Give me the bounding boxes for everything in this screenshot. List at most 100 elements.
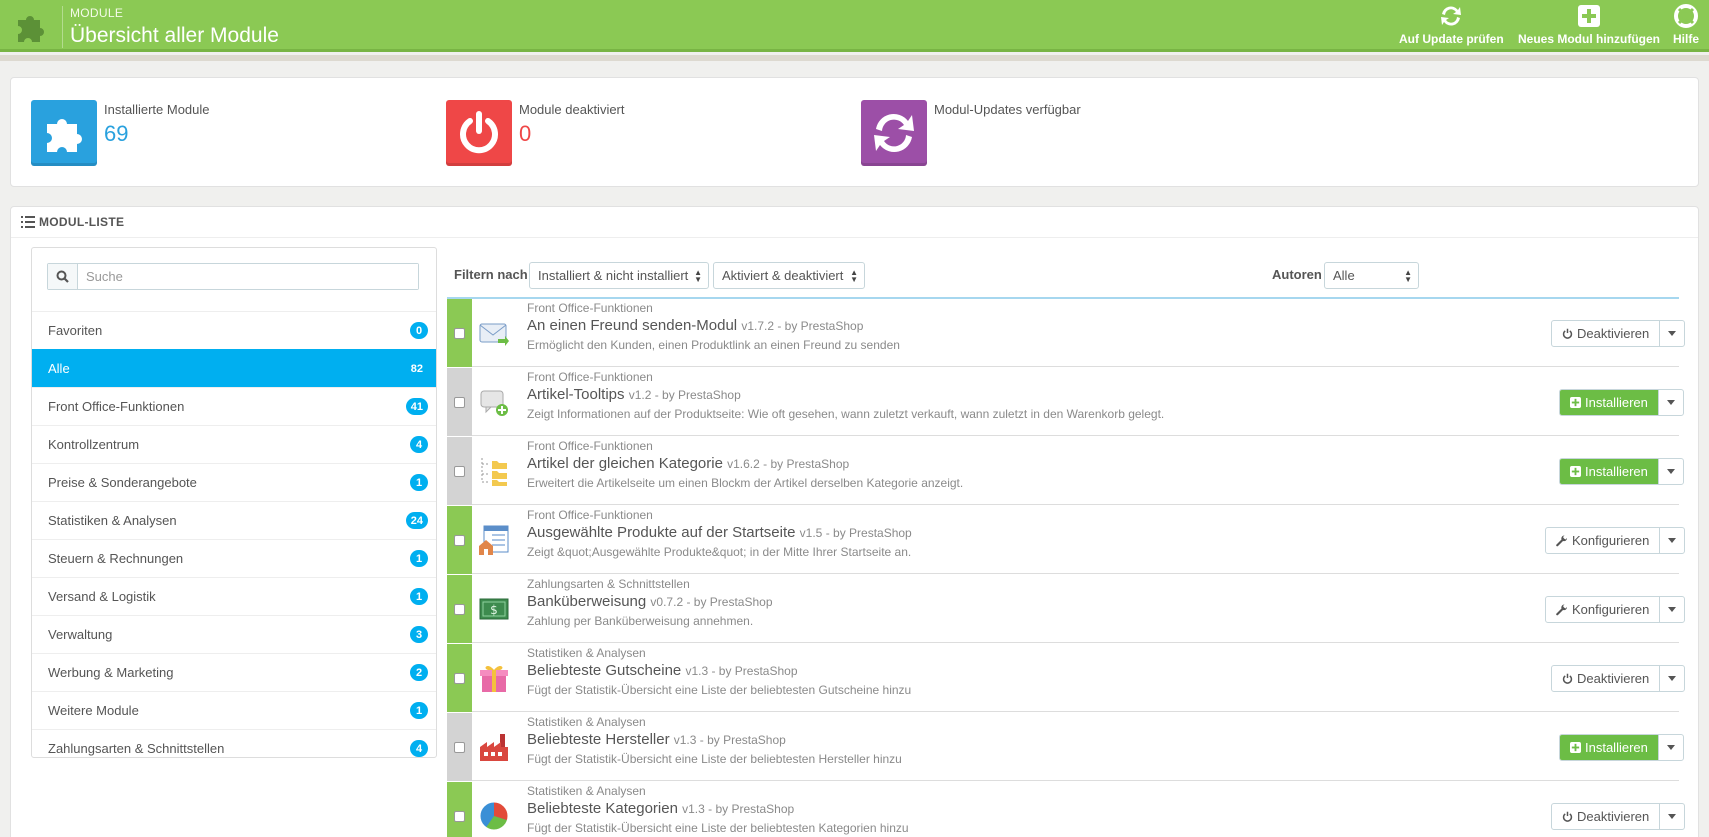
add-module-label: Neues Modul hinzufügen — [1518, 32, 1660, 46]
category-count-badge: 82 — [410, 362, 423, 375]
panel-divider — [11, 237, 1698, 238]
module-description: Fügt der Statistik-Übersicht eine Liste … — [527, 821, 909, 835]
module-action-label: Deaktivieren — [1577, 671, 1650, 686]
module-checkbox[interactable] — [454, 396, 465, 408]
sidebar-category-item[interactable]: Front Office-Funktionen 41 — [32, 387, 436, 425]
module-deactivate-button[interactable]: Deaktivieren — [1552, 666, 1659, 691]
category-count-badge: 24 — [405, 512, 428, 529]
check-update-button[interactable]: Auf Update prüfen — [1399, 4, 1504, 50]
module-description: Fügt der Statistik-Übersicht eine Liste … — [527, 752, 902, 766]
caret-down-icon — [1668, 814, 1677, 819]
module-description: Zahlung per Banküberweisung annehmen. — [527, 614, 754, 628]
sidebar-category-item[interactable]: Versand & Logistik 1 — [32, 577, 436, 615]
add-module-button[interactable]: Neues Modul hinzufügen — [1518, 4, 1660, 50]
module-row: Front Office-Funktionen Artikel-Tooltips … — [447, 368, 1684, 436]
plus-square-icon — [1570, 742, 1581, 753]
module-action-dropdown[interactable] — [1659, 666, 1684, 691]
homepage-icon — [478, 524, 510, 556]
module-row: $ Zahlungsarten & Schnittstellen Banküberw… — [447, 575, 1686, 643]
module-status-strip — [447, 644, 472, 712]
sidebar-category-item[interactable]: Werbung & Marketing 2 — [32, 653, 436, 691]
module-install-button[interactable]: Installieren — [1560, 459, 1658, 484]
module-action-label: Konfigurieren — [1572, 602, 1650, 617]
kpi-label: Module deaktiviert — [519, 102, 625, 117]
category-count-badge: 1 — [410, 588, 428, 605]
caret-down-icon — [1666, 400, 1675, 405]
module-action-dropdown[interactable] — [1657, 459, 1683, 484]
module-name: An einen Freund senden-Modul — [527, 317, 738, 334]
module-checkbox[interactable] — [454, 810, 465, 822]
module-action-label: Installieren — [1585, 464, 1648, 479]
authors-label: Autoren — [1272, 267, 1322, 282]
module-title: Beliebteste Gutscheine v1.3 - by PrestaS… — [527, 662, 798, 679]
module-deactivate-button[interactable]: Deaktivieren — [1552, 321, 1659, 346]
module-description: Fügt der Statistik-Übersicht eine Liste … — [527, 683, 912, 697]
select-arrows-icon: ▲ ▼ — [694, 268, 702, 284]
module-checkbox[interactable] — [454, 741, 465, 753]
module-action-group: Deaktivieren — [1551, 665, 1686, 692]
module-configure-button[interactable]: Konfigurieren — [1546, 597, 1659, 622]
status-filter-select[interactable]: Aktiviert & deaktiviert ▲ ▼ — [713, 262, 865, 289]
page-title: Übersicht aller Module — [70, 24, 279, 47]
sidebar-category-item[interactable]: Favoriten 0 — [32, 311, 436, 349]
kpi-installed-modules[interactable]: Installierte Module 69 — [31, 100, 391, 166]
category-count-badge: 1 — [410, 702, 428, 719]
kpi-deactivated-modules[interactable]: Module deaktiviert 0 — [446, 100, 806, 166]
module-checkbox[interactable] — [454, 672, 465, 684]
authors-filter-value: Alle — [1333, 268, 1355, 283]
sidebar-category-item[interactable]: Verwaltung 3 — [32, 615, 436, 653]
authors-filter-select[interactable]: Alle ▲ ▼ — [1324, 262, 1419, 289]
add-icon — [1578, 5, 1600, 27]
category-sidebar: Favoriten 0 Alle 82 Front Office-Funktionen 4… — [31, 247, 437, 758]
sidebar-category-item[interactable]: Kontrollzentrum 4 — [32, 425, 436, 463]
module-checkbox[interactable] — [454, 534, 465, 546]
module-action-group: Deaktivieren — [1551, 320, 1686, 347]
sidebar-category-item[interactable]: Statistiken & Analysen 24 — [32, 501, 436, 539]
check-update-label: Auf Update prüfen — [1399, 32, 1504, 46]
module-action-dropdown[interactable] — [1659, 804, 1684, 829]
module-row: Statistiken & Analysen Beliebteste Gutsch… — [447, 644, 1686, 712]
plus-square-icon — [1570, 397, 1581, 408]
module-category: Front Office-Funktionen — [527, 370, 653, 384]
gift-icon — [478, 662, 510, 694]
header-divider — [62, 6, 63, 48]
category-count-badge: 3 — [410, 626, 428, 643]
sidebar-category-item[interactable]: Steuern & Rechnungen 1 — [32, 539, 436, 577]
module-checkbox[interactable] — [454, 327, 465, 339]
module-deactivate-button[interactable]: Deaktivieren — [1552, 804, 1659, 829]
module-description: Zeigt Informationen auf der Produktseite… — [527, 407, 1165, 421]
sidebar-category-item[interactable]: Zahlungsarten & Schnittstellen 4 — [32, 729, 436, 767]
search-button[interactable] — [48, 264, 78, 289]
help-button[interactable]: Hilfe — [1673, 4, 1699, 50]
sidebar-category-label: Werbung & Marketing — [48, 665, 174, 680]
module-action-dropdown[interactable] — [1657, 390, 1683, 415]
module-configure-button[interactable]: Konfigurieren — [1546, 528, 1659, 553]
module-category: Zahlungsarten & Schnittstellen — [527, 577, 690, 591]
module-version-author: v1.3 - by PrestaShop — [682, 802, 795, 816]
search-input[interactable] — [78, 264, 418, 289]
module-action-dropdown[interactable] — [1657, 735, 1683, 760]
sidebar-category-item[interactable]: Weitere Module 1 — [32, 691, 436, 729]
module-action-group: Konfigurieren — [1545, 527, 1686, 554]
module-checkbox[interactable] — [454, 603, 465, 615]
module-name: Beliebteste Kategorien — [527, 800, 678, 817]
module-action-dropdown[interactable] — [1659, 528, 1684, 553]
module-install-button[interactable]: Installieren — [1560, 735, 1658, 760]
module-category: Statistiken & Analysen — [527, 646, 646, 660]
sidebar-category-item[interactable]: Alle 82 — [32, 349, 436, 387]
factory-icon — [478, 731, 510, 763]
kpi-module-updates[interactable]: Modul-Updates verfügbar — [861, 100, 1221, 166]
module-name: Artikel der gleichen Kategorie — [527, 455, 723, 472]
install-filter-select[interactable]: Installiert & nicht installiert ▲ ▼ — [529, 262, 709, 289]
module-install-button[interactable]: Installieren — [1560, 390, 1658, 415]
module-name: Banküberweisung — [527, 593, 647, 610]
module-row: Front Office-Funktionen Ausgewählte Produ… — [447, 506, 1686, 574]
module-action-group: Installieren — [1559, 458, 1684, 485]
tooltip-icon — [478, 386, 510, 418]
module-action-dropdown[interactable] — [1659, 597, 1684, 622]
module-action-dropdown[interactable] — [1659, 321, 1684, 346]
category-count-badge: 1 — [410, 474, 428, 491]
module-checkbox[interactable] — [454, 465, 465, 477]
module-title: Beliebteste Kategorien v1.3 - by PrestaS… — [527, 800, 794, 817]
sidebar-category-item[interactable]: Preise & Sonderangebote 1 — [32, 463, 436, 501]
